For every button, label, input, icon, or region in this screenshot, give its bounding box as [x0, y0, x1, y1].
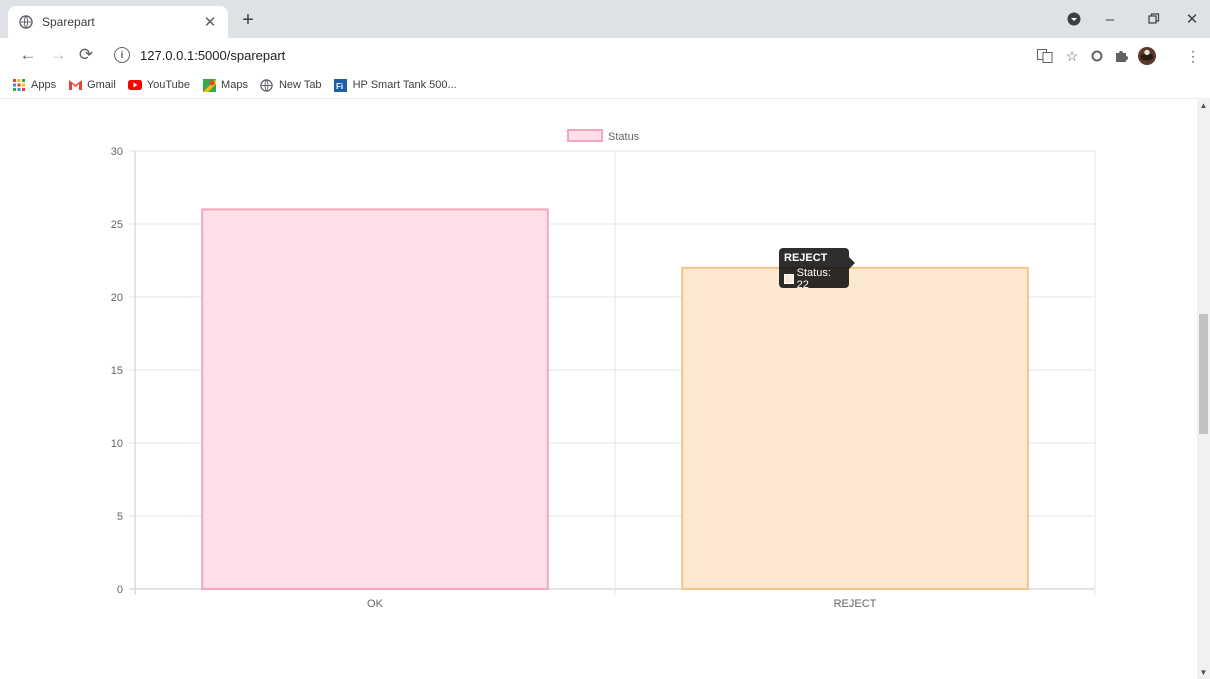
apps-grid-icon — [12, 78, 26, 92]
tooltip-caret — [849, 257, 855, 269]
forward-icon[interactable]: → — [46, 43, 70, 67]
new-tab-button[interactable]: + — [236, 8, 260, 32]
y-tick-label: 15 — [111, 365, 123, 377]
bookmark-label: HP Smart Tank 500... — [352, 79, 457, 91]
maps-icon — [202, 78, 216, 92]
bookmark-label: Apps — [31, 79, 57, 91]
back-icon[interactable]: ← — [16, 43, 40, 67]
bookmark-gmail[interactable]: Gmail — [68, 75, 116, 95]
bar-reject — [681, 266, 1029, 591]
chrome-menu-icon[interactable]: ⋮ — [1184, 47, 1202, 65]
browser-toolbar: ← → ⟳ i 127.0.0.1:5000/sparepart ☆ ⋮ — [0, 38, 1210, 72]
scroll-up-arrow-icon[interactable]: ▲ — [1197, 98, 1210, 112]
extensions-puzzle-icon[interactable] — [1112, 47, 1130, 65]
youtube-icon — [127, 78, 142, 92]
bookmarks-bar: Apps Gmail YouTube Maps New Tab Fi HP Sm… — [0, 72, 1210, 99]
vertical-scrollbar[interactable]: ▲ ▼ — [1197, 98, 1210, 679]
globe-icon — [18, 14, 34, 30]
profile-menu-icon[interactable] — [1060, 8, 1088, 30]
legend-label: Status — [608, 131, 640, 143]
close-window-icon[interactable]: ✕ — [1178, 8, 1206, 30]
globe-icon — [260, 78, 274, 92]
bookmark-label: YouTube — [146, 79, 191, 91]
y-tick-label: 5 — [117, 511, 123, 523]
y-tick-label: 0 — [117, 584, 123, 596]
url-text: 127.0.0.1:5000/sparepart — [140, 47, 286, 63]
bookmark-label: Gmail — [87, 79, 116, 91]
tab-title: Sparepart — [42, 15, 95, 29]
scroll-down-arrow-icon[interactable]: ▼ — [1197, 665, 1210, 679]
bookmark-apps[interactable]: Apps — [12, 75, 56, 95]
status-bar-chart: 0 5 10 15 20 25 30 OK REJECT Status — [111, 129, 1096, 610]
y-tick-label: 10 — [111, 438, 123, 450]
reload-icon[interactable]: ⟳ — [74, 43, 98, 67]
close-tab-icon[interactable]: ✕ — [200, 12, 220, 32]
hp-icon: Fi — [334, 78, 348, 92]
address-bar[interactable]: i 127.0.0.1:5000/sparepart — [106, 42, 1036, 68]
bookmark-new-tab[interactable]: New Tab — [260, 75, 322, 95]
y-tick-label: 30 — [111, 146, 123, 158]
chart-tooltip: REJECT Status: 22 — [779, 248, 855, 291]
tooltip-swatch — [784, 274, 794, 284]
extension-circle-icon[interactable] — [1088, 47, 1106, 65]
tooltip-title: REJECT — [784, 252, 828, 264]
tooltip-label: Status: 22 — [796, 267, 831, 291]
bookmark-label: Maps — [221, 79, 248, 91]
x-tick-label: OK — [367, 598, 384, 610]
translate-icon[interactable] — [1036, 47, 1054, 65]
tab-strip: Sparepart ✕ + – ✕ — [0, 0, 1210, 38]
x-tick-label: REJECT — [834, 598, 877, 610]
legend-swatch — [567, 129, 603, 142]
bookmark-hp-smart-tank[interactable]: Fi HP Smart Tank 500... — [334, 75, 457, 95]
bookmark-label: New Tab — [278, 79, 322, 91]
bookmark-star-icon[interactable]: ☆ — [1063, 47, 1081, 65]
minimize-icon[interactable]: – — [1096, 8, 1124, 30]
restore-icon[interactable] — [1140, 8, 1168, 30]
bookmark-maps[interactable]: Maps — [202, 75, 248, 95]
site-info-icon[interactable]: i — [114, 47, 130, 63]
bookmark-youtube[interactable]: YouTube — [127, 75, 191, 95]
tab-sparepart[interactable]: Sparepart ✕ — [8, 6, 228, 38]
avatar[interactable] — [1138, 47, 1156, 65]
y-tick-label: 20 — [111, 292, 123, 304]
svg-text:Fi: Fi — [336, 82, 343, 91]
gmail-icon — [68, 78, 82, 92]
bar-ok — [201, 208, 549, 591]
y-tick-label: 25 — [111, 219, 123, 231]
scrollbar-thumb[interactable] — [1199, 314, 1208, 434]
